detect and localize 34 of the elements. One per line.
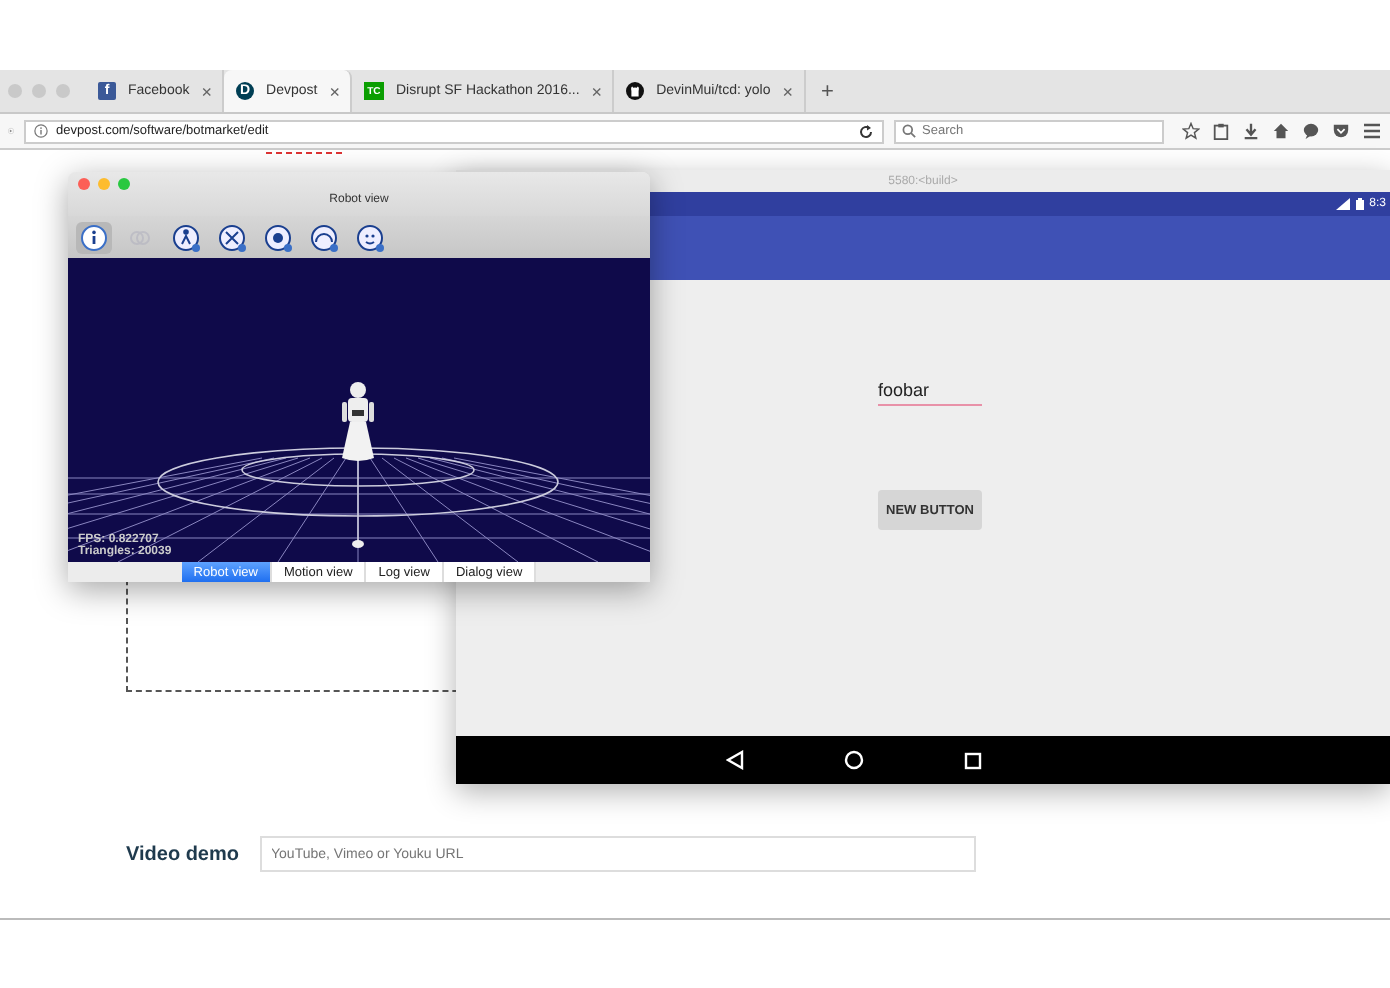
chat-icon[interactable] <box>1302 122 1320 140</box>
back-icon[interactable] <box>725 750 743 770</box>
toolbar-button[interactable] <box>306 221 342 253</box>
move-icon <box>216 221 248 253</box>
pocket-icon[interactable] <box>1332 122 1350 140</box>
menu-icon[interactable] <box>1362 122 1382 140</box>
toolbar-button[interactable] <box>76 221 112 253</box>
close-tab-button[interactable]: × <box>329 81 340 101</box>
home-icon[interactable] <box>1272 122 1290 140</box>
close-tab-button[interactable]: × <box>591 81 603 101</box>
reload-icon[interactable] <box>858 123 874 139</box>
signal-icon <box>1335 198 1350 210</box>
field-label: Video demo <box>126 843 239 865</box>
info-icon <box>34 124 48 138</box>
toolbar-button[interactable] <box>260 221 296 253</box>
settings-icon <box>262 221 294 253</box>
clipboard-icon[interactable] <box>1212 122 1230 140</box>
new-tab-button[interactable]: + <box>805 70 850 112</box>
home-icon[interactable] <box>843 750 863 770</box>
gauge-icon <box>308 221 340 253</box>
recents-icon[interactable] <box>963 751 981 769</box>
face-icon <box>354 221 386 253</box>
posture-icon <box>170 221 202 253</box>
star-icon[interactable] <box>1182 122 1200 140</box>
close-tab-button[interactable]: × <box>782 81 794 101</box>
info-icon <box>78 221 110 253</box>
toolbar-button[interactable] <box>168 221 204 253</box>
close-tab-button[interactable]: × <box>201 81 213 101</box>
text-field[interactable]: foobar <box>878 380 982 406</box>
search-icon <box>902 124 916 138</box>
toolbar-button[interactable] <box>352 221 388 253</box>
battery-icon <box>1355 198 1364 210</box>
download-icon[interactable] <box>1242 122 1260 140</box>
toolbar-button[interactable] <box>214 221 250 253</box>
